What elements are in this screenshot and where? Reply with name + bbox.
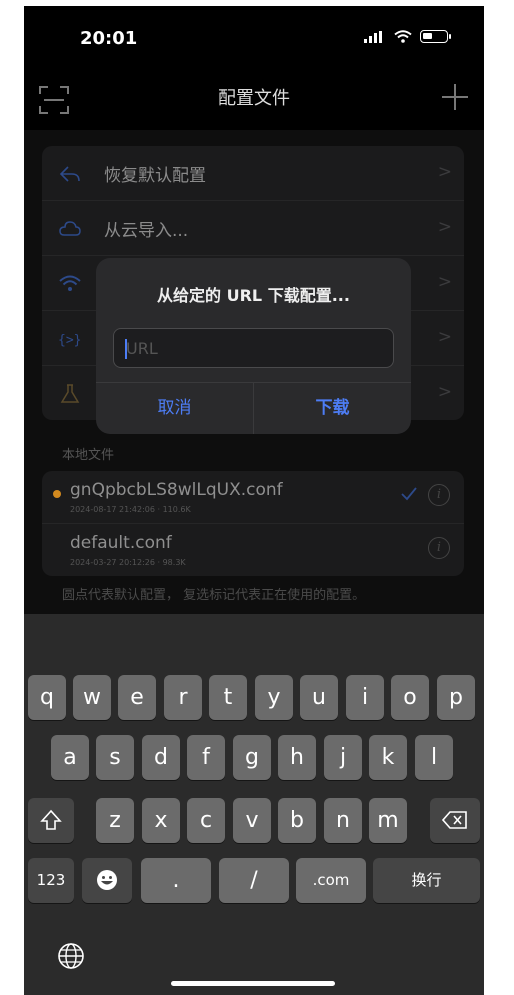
wifi-status-icon: [394, 30, 412, 43]
chevron-right-icon: >: [437, 272, 452, 292]
battery-icon: [420, 30, 451, 43]
key-j[interactable]: j: [324, 735, 362, 780]
url-input-wrapper: [113, 328, 394, 368]
add-icon[interactable]: [440, 82, 470, 112]
svg-text:{>}: {>}: [58, 333, 81, 348]
checkmark-icon: [401, 487, 417, 501]
slash-key[interactable]: /: [219, 858, 289, 903]
file-row[interactable]: gnQpbcbLS8wlLqUX.conf 2024-08-17 21:42:0…: [42, 471, 464, 524]
status-bar: 20:01: [24, 6, 484, 72]
emoji-key[interactable]: [82, 858, 132, 903]
info-icon[interactable]: i: [428, 484, 450, 506]
cellular-signal-icon: [364, 30, 382, 43]
backspace-key[interactable]: [430, 798, 480, 843]
key-i[interactable]: i: [346, 675, 384, 720]
globe-icon[interactable]: [56, 941, 86, 971]
chevron-right-icon: >: [437, 162, 452, 182]
chevron-right-icon: >: [437, 327, 452, 347]
key-a[interactable]: a: [51, 735, 89, 780]
page-title: 配置文件: [218, 88, 290, 109]
shift-key[interactable]: [28, 798, 74, 843]
cancel-button[interactable]: 取消: [96, 383, 253, 434]
key-s[interactable]: s: [96, 735, 134, 780]
menu-item-restore-default[interactable]: 恢复默认配置 >: [42, 146, 464, 201]
phone-screen: 20:01 配置文件 恢复默认配置 > 从云导入... > > {>} > > …: [24, 6, 484, 995]
keyboard: q w e r t y u i o p a s d f g h j k l z …: [24, 614, 484, 995]
key-l[interactable]: l: [415, 735, 453, 780]
url-input[interactable]: [114, 329, 393, 367]
file-name: gnQpbcbLS8wlLqUX.conf: [70, 480, 283, 500]
download-button[interactable]: 下载: [253, 383, 411, 434]
file-name: default.conf: [70, 533, 172, 553]
menu-item-label: 从云导入...: [104, 221, 189, 241]
numbers-key[interactable]: 123: [28, 858, 74, 903]
return-key[interactable]: 换行: [373, 858, 480, 903]
section-header-local-files: 本地文件: [62, 448, 115, 463]
wifi-icon: [59, 275, 81, 291]
dot-key[interactable]: .: [141, 858, 211, 903]
download-url-dialog: 从给定的 URL 下载配置... 取消 下载: [96, 258, 411, 434]
chevron-right-icon: >: [437, 382, 452, 402]
key-h[interactable]: h: [278, 735, 316, 780]
home-indicator[interactable]: [171, 981, 335, 986]
cloud-icon: [59, 221, 81, 236]
nav-bar: 配置文件: [24, 72, 484, 130]
dialog-buttons: 取消 下载: [96, 382, 411, 434]
key-o[interactable]: o: [391, 675, 429, 720]
status-time: 20:01: [80, 28, 138, 49]
file-list: gnQpbcbLS8wlLqUX.conf 2024-08-17 21:42:0…: [42, 471, 464, 576]
code-braces-icon: {>}: [58, 333, 81, 348]
dotcom-key[interactable]: .com: [296, 858, 366, 903]
key-w[interactable]: w: [73, 675, 111, 720]
key-f[interactable]: f: [187, 735, 225, 780]
key-x[interactable]: x: [142, 798, 180, 843]
flask-icon: [60, 384, 80, 403]
key-k[interactable]: k: [369, 735, 407, 780]
file-meta: 2024-03-27 20:12:26 · 98.3K: [70, 558, 186, 567]
key-n[interactable]: n: [324, 798, 362, 843]
key-t[interactable]: t: [209, 675, 247, 720]
key-u[interactable]: u: [300, 675, 338, 720]
status-icons: [364, 30, 451, 43]
text-caret: [125, 339, 127, 359]
dialog-title: 从给定的 URL 下载配置...: [157, 286, 350, 305]
key-c[interactable]: c: [187, 798, 225, 843]
shift-icon: [40, 809, 62, 830]
key-p[interactable]: p: [437, 675, 475, 720]
key-y[interactable]: y: [255, 675, 293, 720]
key-m[interactable]: m: [369, 798, 407, 843]
file-row[interactable]: default.conf 2024-03-27 20:12:26 · 98.3K…: [42, 524, 464, 576]
menu-item-import-cloud[interactable]: 从云导入... >: [42, 201, 464, 256]
chevron-right-icon: >: [437, 217, 452, 237]
key-v[interactable]: v: [233, 798, 271, 843]
file-meta: 2024-08-17 21:42:06 · 110.6K: [70, 505, 191, 514]
key-d[interactable]: d: [142, 735, 180, 780]
info-icon[interactable]: i: [428, 537, 450, 559]
emoji-icon: [97, 870, 117, 890]
key-e[interactable]: e: [118, 675, 156, 720]
key-r[interactable]: r: [164, 675, 202, 720]
undo-arrow-icon: [59, 166, 80, 182]
menu-item-label: 恢复默认配置: [104, 166, 206, 186]
key-g[interactable]: g: [233, 735, 271, 780]
key-z[interactable]: z: [96, 798, 134, 843]
backspace-icon: [441, 811, 467, 829]
legend-note: 圆点代表默认配置， 复选标记代表正在使用的配置。: [62, 588, 366, 603]
key-b[interactable]: b: [278, 798, 316, 843]
key-q[interactable]: q: [28, 675, 66, 720]
default-dot-icon: [53, 490, 61, 498]
